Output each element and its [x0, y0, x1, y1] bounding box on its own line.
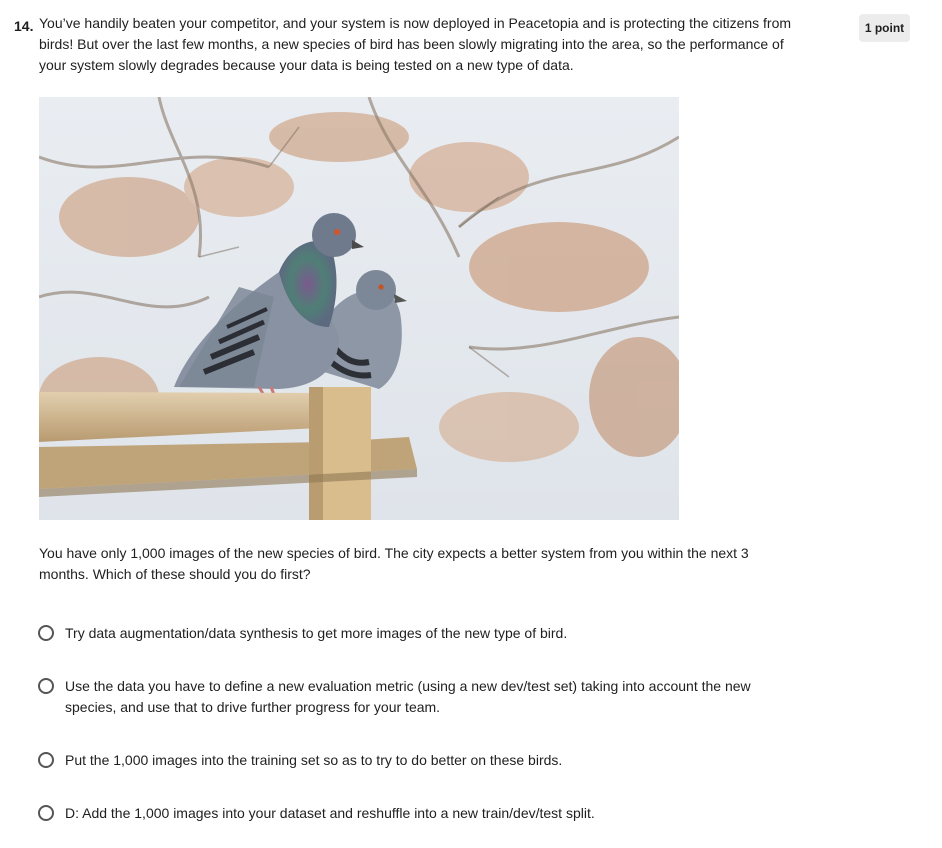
points-badge: 1 point	[859, 14, 910, 42]
answer-option-label: Put the 1,000 images into the training s…	[65, 752, 563, 768]
question-prompt: You’ve handily beaten your competitor, a…	[39, 15, 792, 73]
answer-option-4[interactable]: D: Add the 1,000 images into your datase…	[38, 803, 798, 824]
answer-option-2[interactable]: Use the data you have to define a new ev…	[38, 676, 798, 718]
question-number: 14.	[14, 18, 34, 34]
answer-option-label: D: Add the 1,000 images into your datase…	[65, 805, 595, 821]
answer-option-1[interactable]: Try data augmentation/data synthesis to …	[38, 623, 798, 644]
radio-button-icon[interactable]	[38, 805, 54, 821]
answer-option-3[interactable]: Put the 1,000 images into the training s…	[38, 750, 798, 771]
radio-button-icon[interactable]	[38, 752, 54, 768]
answer-option-label: Try data augmentation/data synthesis to …	[65, 625, 568, 641]
radio-button-icon[interactable]	[38, 678, 54, 694]
radio-button-icon[interactable]	[38, 625, 54, 641]
pigeons-photo	[39, 97, 679, 520]
answer-option-label: Use the data you have to define a new ev…	[65, 678, 751, 715]
question-followup: You have only 1,000 images of the new sp…	[39, 545, 749, 582]
